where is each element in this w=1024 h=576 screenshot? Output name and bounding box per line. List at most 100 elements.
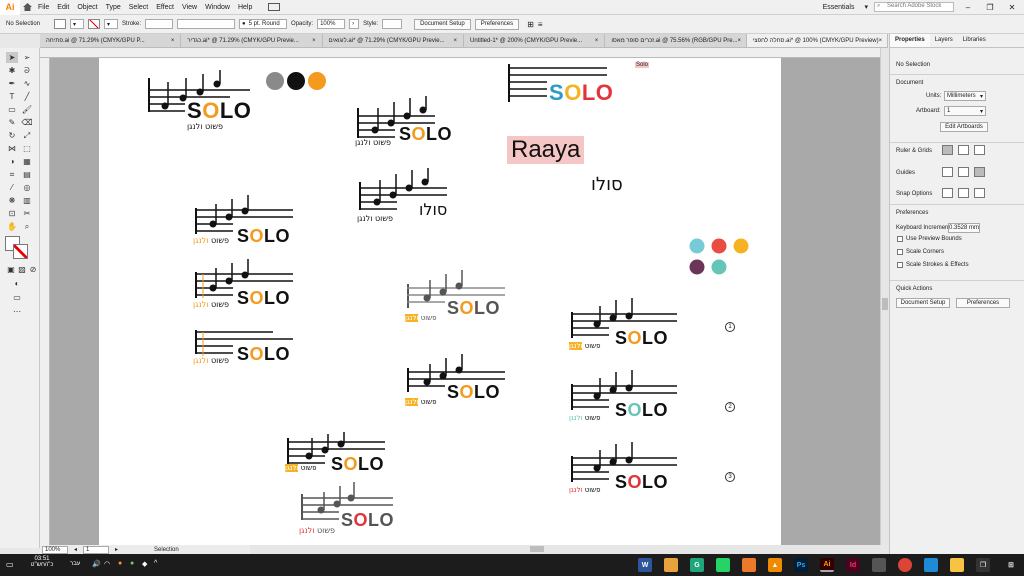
document-tab[interactable]: זכרים סופר מאסו.ai @ 75.56% (RGB/GPU Pre…: [605, 34, 747, 47]
menu-type[interactable]: Type: [102, 4, 125, 11]
style-dropdown[interactable]: [382, 19, 403, 29]
volume-icon[interactable]: 🔊: [92, 560, 101, 568]
align-icon[interactable]: ⊞: [527, 20, 534, 29]
menu-select[interactable]: Select: [125, 4, 152, 11]
scale-strokes-checkbox[interactable]: [897, 262, 903, 268]
taskbar-app-icon[interactable]: [872, 558, 886, 572]
close-tab-icon[interactable]: ×: [171, 38, 175, 44]
line-tool-icon[interactable]: ╱: [21, 91, 33, 102]
document-setup-button[interactable]: Document Setup: [414, 18, 471, 30]
slice-tool-icon[interactable]: ✂: [21, 208, 33, 219]
blend-tool-icon[interactable]: ◎: [21, 182, 33, 193]
solo-logo-option-2[interactable]: SOLO פשוט ולנגן: [569, 370, 684, 426]
rectangle-tool-icon[interactable]: ▭: [6, 104, 18, 115]
transparency-grid-icon[interactable]: [974, 145, 985, 155]
notification-icon[interactable]: ▭: [6, 560, 14, 569]
solo-logo-option-3[interactable]: SOLO פשוט ולנגן: [569, 442, 684, 498]
solo-logo-variant[interactable]: SOLO פשוט ולנגן: [405, 352, 515, 408]
stock-search-input[interactable]: ⌕ Search Adobe Stock: [874, 2, 954, 12]
workspace-switcher[interactable]: Essentials: [819, 4, 859, 11]
zoom-dropdown[interactable]: 100%: [42, 545, 68, 554]
close-tab-icon[interactable]: ×: [453, 38, 457, 44]
menu-file[interactable]: File: [34, 4, 53, 11]
solo-logo-colored[interactable]: SOLO: [507, 62, 617, 105]
arrange-documents-icon[interactable]: [268, 3, 281, 11]
solo-logo-variant[interactable]: SOLO פשוט ולנגן: [285, 432, 395, 488]
snap-to-point-icon[interactable]: [942, 188, 953, 198]
artboard-navigator[interactable]: 1: [83, 545, 110, 554]
grid-toggle-icon[interactable]: [958, 145, 969, 155]
gradient-tool-icon[interactable]: ▤: [21, 169, 33, 180]
solo-logo-gray[interactable]: SOLO פשוט ולנגן: [299, 482, 409, 538]
snap-to-grid-icon[interactable]: [958, 188, 969, 198]
scale-corners-checkbox[interactable]: [897, 249, 903, 255]
preferences-button[interactable]: Preferences: [474, 18, 520, 30]
magic-wand-icon[interactable]: ✱: [6, 65, 18, 76]
brush-definition-dropdown[interactable]: ● 5 pt. Round: [239, 19, 288, 29]
close-icon[interactable]: ✕: [1004, 3, 1020, 12]
document-tab[interactable]: Untitled-1* @ 200% (CMYK/GPU Previe... ×: [464, 34, 606, 47]
rulers-toggle-icon[interactable]: [942, 145, 953, 155]
draw-mode-icon[interactable]: ◐: [11, 278, 23, 289]
network-icon[interactable]: ◠: [104, 560, 110, 568]
show-hidden-icons-icon[interactable]: ^: [154, 560, 157, 567]
tab-properties[interactable]: Properties: [890, 34, 930, 47]
selection-tool-icon[interactable]: ➤: [6, 52, 18, 63]
vlc-icon[interactable]: ▲: [768, 558, 782, 572]
shaper-tool-icon[interactable]: ✎: [6, 117, 18, 128]
scale-tool-icon[interactable]: ⤢: [21, 130, 33, 141]
preferences-button[interactable]: Preferences: [956, 298, 1010, 308]
rotate-tool-icon[interactable]: ↻: [6, 130, 18, 141]
next-artboard-icon[interactable]: ▸: [115, 546, 118, 553]
solo-logo-variant[interactable]: SOLO פשוט ולנגן: [145, 70, 265, 132]
document-tab[interactable]: כגדיר.ai* @ 71.29% (CMYK/GPU Previe... ×: [181, 34, 323, 47]
menu-object[interactable]: Object: [73, 4, 101, 11]
windows-start-icon[interactable]: ⊞: [1004, 558, 1018, 572]
eraser-icon[interactable]: ⌫: [21, 117, 33, 128]
stroke-swatch[interactable]: [88, 19, 101, 29]
scroll-thumb[interactable]: [530, 546, 544, 552]
restore-icon[interactable]: ❐: [982, 3, 998, 12]
solo-hebrew-logo-variant[interactable]: סולו פשוט ולנגן: [357, 168, 457, 223]
taskbar-app-icon[interactable]: [664, 558, 678, 572]
task-view-icon[interactable]: ❐: [976, 558, 990, 572]
free-transform-icon[interactable]: ⬚: [21, 143, 33, 154]
shape-builder-icon[interactable]: ◑: [6, 156, 18, 167]
menu-edit[interactable]: Edit: [53, 4, 73, 11]
show-guides-icon[interactable]: [942, 167, 953, 177]
document-tab-active[interactable]: סחלה לחפצי.ai* @ 100% (CMYK/GPU Preview)…: [746, 34, 888, 47]
solo-logo-variant[interactable]: SOLO פשוט ולנגן: [193, 258, 303, 310]
transform-icon[interactable]: ≡: [538, 20, 543, 29]
prev-artboard-icon[interactable]: ◂: [74, 546, 77, 553]
stroke-color-swatch[interactable]: [13, 244, 28, 259]
artboard[interactable]: SOLO פשוט ולנגן SOLO פשוט ולנגן סולו פשו…: [99, 58, 781, 545]
chrome-icon[interactable]: [898, 558, 912, 572]
screen-mode-icon[interactable]: ▭: [11, 292, 23, 303]
perspective-grid-icon[interactable]: ▦: [21, 156, 33, 167]
menu-effect[interactable]: Effect: [152, 4, 178, 11]
tray-icon[interactable]: ●: [130, 560, 134, 567]
horizontal-scrollbar[interactable]: [250, 545, 880, 554]
pen-tool-icon[interactable]: ✒: [6, 78, 18, 89]
document-tab[interactable]: פתיחה.ai @ 71.29% (CMYK/GPU P... ×: [40, 34, 182, 47]
units-dropdown[interactable]: Millimeters ▾: [944, 91, 986, 101]
tab-libraries[interactable]: Libraries: [958, 34, 991, 47]
workspace-dropdown-icon[interactable]: ▾: [864, 3, 868, 11]
opacity-input[interactable]: 100%: [317, 19, 346, 29]
direct-selection-tool-icon[interactable]: ➢: [21, 52, 33, 63]
paintbrush-icon[interactable]: 🖌: [21, 104, 33, 115]
taskbar-app-icon[interactable]: [924, 558, 938, 572]
curvature-tool-icon[interactable]: ∿: [21, 78, 33, 89]
scroll-thumb[interactable]: [882, 298, 888, 310]
edit-toolbar-icon[interactable]: ⋯: [11, 306, 23, 317]
graph-tool-icon[interactable]: ▥: [21, 195, 33, 206]
clock[interactable]: 03:51 כ"ו/חש"ט: [22, 556, 62, 568]
menu-help[interactable]: Help: [234, 4, 256, 11]
taskbar-app-icon[interactable]: G: [690, 558, 704, 572]
illustrator-taskbar-icon[interactable]: Ai: [820, 558, 834, 572]
solo-logo-variant[interactable]: SOLO פשוט ולנגן: [193, 194, 303, 246]
tray-icon[interactable]: ●: [118, 560, 122, 567]
edit-artboards-button[interactable]: Edit Artboards: [940, 122, 988, 132]
hand-tool-icon[interactable]: ✋: [6, 221, 18, 232]
solo-logo-variant[interactable]: SOLO פשוט ולנגן: [355, 96, 465, 151]
